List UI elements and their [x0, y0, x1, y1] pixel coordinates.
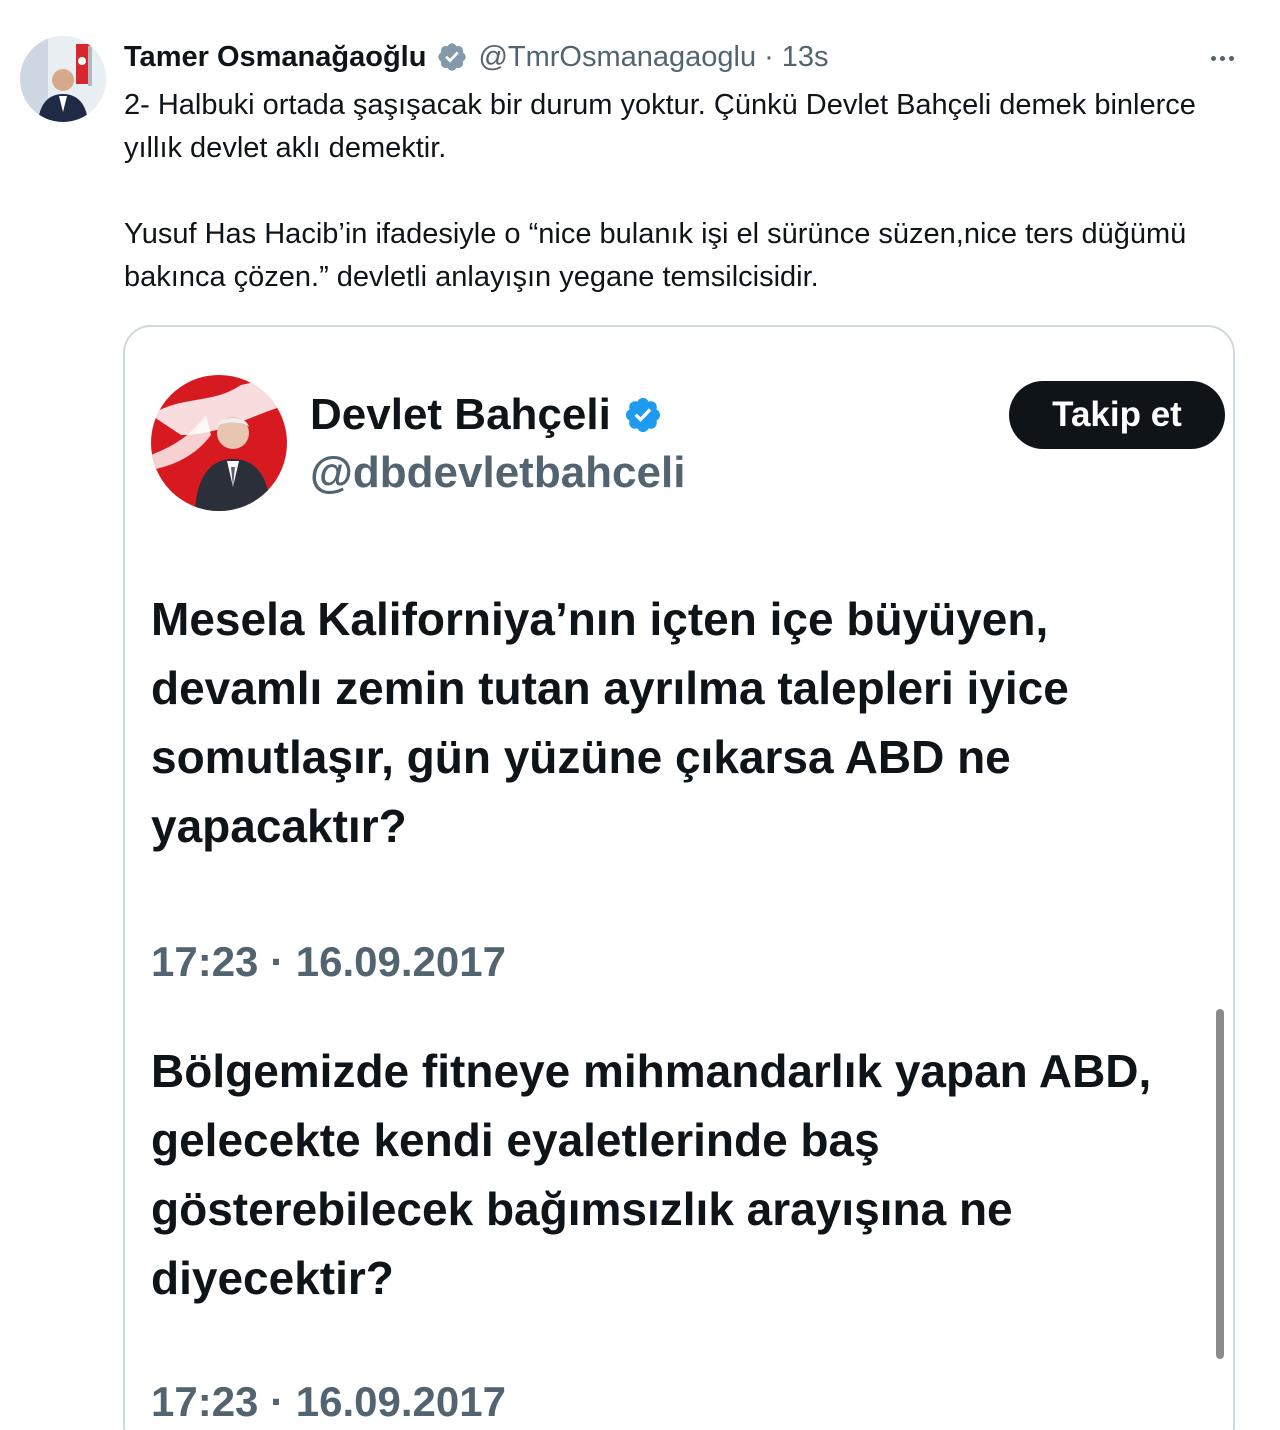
- tweet-text: 2- Halbuki ortada şaşışacak bir durum yo…: [124, 84, 1234, 299]
- more-dots-icon[interactable]: [1200, 40, 1244, 76]
- tweet-time[interactable]: 13s: [782, 38, 829, 76]
- embedded-author-avatar[interactable]: [151, 375, 287, 511]
- embedded-post-timestamp[interactable]: 17:23 · 16.09.2017: [151, 1377, 506, 1427]
- embedded-post-text: Mesela Kaliforniya’nın içten içe büyüyen…: [151, 593, 1069, 852]
- verified-badge-grey-icon: [436, 41, 468, 73]
- dot: [1210, 55, 1216, 61]
- embedded-post-timestamp[interactable]: 17:23 · 16.09.2017: [151, 937, 506, 987]
- embedded-author-name-row: Devlet Bahçeli: [310, 387, 663, 443]
- follow-button[interactable]: Takip et: [1009, 381, 1225, 449]
- verified-badge-blue-icon: [623, 395, 663, 435]
- dot: [1219, 55, 1225, 61]
- author-name[interactable]: Tamer Osmanağaoğlu: [124, 38, 426, 76]
- dot: [1228, 55, 1234, 61]
- tweet-paragraph: Yusuf Has Hacib’in ifadesiyle o “nice bu…: [124, 218, 1187, 293]
- tweet-paragraph: 2- Halbuki ortada şaşışacak bir durum yo…: [124, 89, 1196, 164]
- embedded-post-text: Bölgemizde fitneye mihmandarlık yapan AB…: [151, 1045, 1152, 1304]
- separator: ·: [764, 41, 774, 73]
- scrollbar[interactable]: [1216, 1009, 1224, 1359]
- tweet-header: Tamer Osmanağaoğlu @TmrOsmanagaoglu · 13…: [124, 38, 829, 76]
- embedded-author-handle[interactable]: @dbdevletbahceli: [310, 445, 685, 501]
- embedded-tweet-card[interactable]: Devlet Bahçeli @dbdevletbahceli Takip et…: [123, 325, 1235, 1430]
- author-avatar[interactable]: [20, 36, 106, 122]
- embedded-author-name[interactable]: Devlet Bahçeli: [310, 387, 611, 443]
- tweet[interactable]: Tamer Osmanağaoğlu @TmrOsmanagaoglu · 13…: [0, 0, 1280, 1430]
- author-handle[interactable]: @TmrOsmanagaoglu: [478, 38, 756, 76]
